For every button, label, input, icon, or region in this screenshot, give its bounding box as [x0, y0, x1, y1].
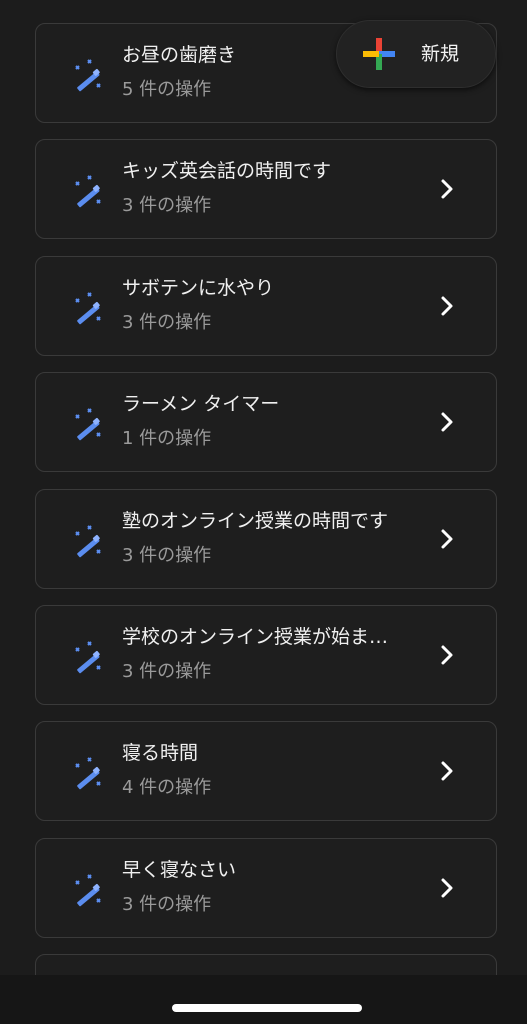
chevron-right-icon: [441, 878, 453, 898]
routine-title: 学校のオンライン授業が始ま…: [122, 626, 389, 648]
routine-card[interactable]: サボテンに水やり 3 件の操作: [35, 256, 497, 356]
routine-action-count: 4 件の操作: [122, 777, 212, 798]
routine-card[interactable]: 学校のオンライン授業が始ま… 3 件の操作: [35, 605, 497, 705]
routine-title: 塾のオンライン授業の時間です: [122, 510, 389, 532]
routine-title: サボテンに水やり: [122, 277, 275, 299]
routine-action-count: 3 件の操作: [122, 545, 212, 566]
new-routine-button[interactable]: 新規: [336, 20, 496, 88]
routine-action-count: 3 件の操作: [122, 195, 212, 216]
magic-wand-icon: [75, 641, 101, 674]
chevron-right-icon: [441, 179, 453, 199]
routine-action-count: 3 件の操作: [122, 312, 212, 333]
gesture-bar-area: [0, 975, 527, 1024]
routine-list: お昼の歯磨き 5 件の操作 キッズ英会話の時間です 3 件の操作 サボテンに水や…: [0, 0, 527, 975]
routine-title: 早く寝なさい: [122, 859, 237, 881]
magic-wand-icon: [75, 874, 101, 907]
new-routine-label: 新規: [421, 43, 460, 65]
multicolor-plus-icon: [363, 38, 395, 70]
chevron-right-icon: [441, 296, 453, 316]
routine-title: キッズ英会話の時間です: [122, 160, 332, 182]
chevron-right-icon: [441, 761, 453, 781]
routine-action-count: 3 件の操作: [122, 894, 212, 915]
chevron-right-icon: [441, 645, 453, 665]
magic-wand-icon: [75, 59, 101, 92]
routine-card[interactable]: キッズ英会話の時間です 3 件の操作: [35, 139, 497, 239]
magic-wand-icon: [75, 408, 101, 441]
magic-wand-icon: [75, 757, 101, 790]
routine-action-count: 5 件の操作: [122, 79, 212, 100]
routine-action-count: 3 件の操作: [122, 661, 212, 682]
routine-card[interactable]: 早く寝なさい 3 件の操作: [35, 838, 497, 938]
routine-card-partial[interactable]: [35, 954, 497, 975]
chevron-right-icon: [441, 529, 453, 549]
chevron-right-icon: [441, 412, 453, 432]
routine-title: ラーメン タイマー: [122, 393, 280, 415]
routine-card[interactable]: ラーメン タイマー 1 件の操作: [35, 372, 497, 472]
home-indicator[interactable]: [172, 1004, 362, 1012]
magic-wand-icon: [75, 292, 101, 325]
routine-action-count: 1 件の操作: [122, 428, 212, 449]
routine-title: 寝る時間: [122, 742, 199, 764]
magic-wand-icon: [75, 525, 101, 558]
routine-card[interactable]: 寝る時間 4 件の操作: [35, 721, 497, 821]
routine-card[interactable]: 塾のオンライン授業の時間です 3 件の操作: [35, 489, 497, 589]
magic-wand-icon: [75, 175, 101, 208]
